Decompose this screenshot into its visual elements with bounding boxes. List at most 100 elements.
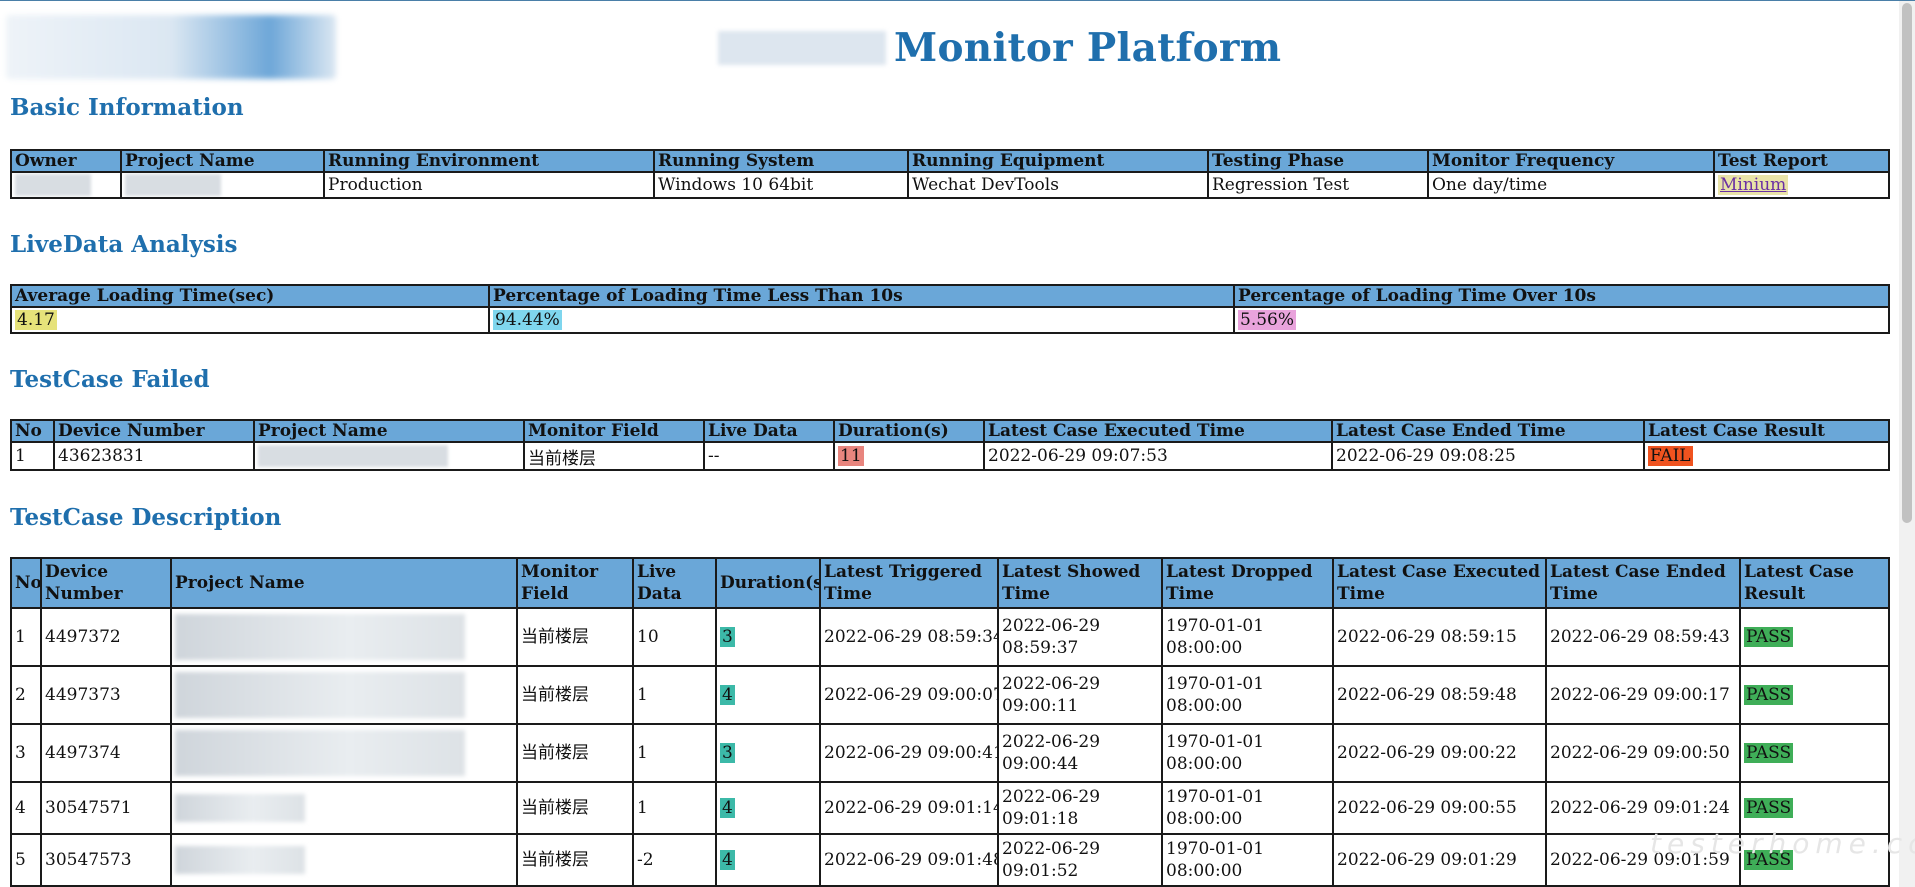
project-name-cell: [170, 607, 518, 667]
duration-cell: 3: [715, 723, 821, 783]
failed-live-cell: --: [703, 441, 835, 471]
blurred-logo: [6, 15, 336, 79]
basic-info-header-row: Owner Project Name Running Environment Runn…: [10, 149, 1890, 173]
column-header: Live Data: [703, 419, 835, 443]
vertical-scrollbar[interactable]: [1899, 1, 1915, 887]
section-testcase-description: TestCase Description: [10, 504, 282, 531]
executed-time-cell: 2022-06-29 09:00:55: [1332, 781, 1547, 835]
triggered-time-cell: 2022-06-29 09:00:07: [819, 665, 999, 725]
status-badge: PASS: [1744, 743, 1794, 763]
column-header: Latest Case Ended Time: [1545, 557, 1741, 609]
average-loading-value: 4.17: [15, 310, 57, 330]
failed-project-cell: [253, 441, 525, 471]
table-row: 4 30547571 当前楼层 1 4 2022-06-29 09:01:14 2022-0…: [10, 781, 1890, 835]
equipment-cell: Wechat DevTools: [907, 171, 1209, 199]
report-cell: Minium: [1713, 171, 1890, 199]
frequency-cell: One day/time: [1427, 171, 1715, 199]
result-cell: PASS: [1739, 665, 1890, 725]
showed-time-cell: 2022-06-29 08:59:37: [997, 607, 1163, 667]
row-no-cell: 4: [10, 781, 42, 835]
scrollbar-thumb[interactable]: [1902, 3, 1912, 523]
column-header: Owner: [10, 149, 122, 173]
dropped-time-cell: 1970-01-01 08:00:00: [1161, 665, 1334, 725]
column-header: Average Loading Time(sec): [10, 284, 490, 308]
triggered-time-cell: 2022-06-29 09:00:41: [819, 723, 999, 783]
column-header: Monitor Field: [523, 419, 705, 443]
live-data-cell: 1: [632, 665, 717, 725]
dropped-time-cell: 1970-01-01 08:00:00: [1161, 723, 1334, 783]
status-badge: PASS: [1744, 798, 1794, 818]
watermark: testerhome.com: [1650, 827, 1915, 860]
description-header-row: No Device Number Project Name Monitor Field…: [10, 557, 1890, 609]
test-report-link[interactable]: Minium: [1718, 175, 1789, 195]
livedata-table: Average Loading Time(sec) Percentage of L…: [10, 284, 1890, 334]
duration-cell: 4: [715, 833, 821, 887]
column-header: Running Equipment: [907, 149, 1209, 173]
duration-badge: 3: [720, 743, 735, 763]
column-header: Test Report: [1713, 149, 1890, 173]
system-cell: Windows 10 64bit: [653, 171, 909, 199]
monitor-field-cell: 当前楼层: [516, 781, 634, 835]
column-header: Latest Triggered Time: [819, 557, 999, 609]
status-badge: PASS: [1744, 685, 1794, 705]
project-name-cell: [170, 665, 518, 725]
column-header: Duration(s): [715, 557, 821, 609]
live-data-cell: 1: [632, 781, 717, 835]
livedata-row: 4.17 94.44% 5.56%: [10, 306, 1890, 334]
showed-time-cell: 2022-06-29 09:01:52: [997, 833, 1163, 887]
duration-cell: 3: [715, 607, 821, 667]
basic-info-row: Production Windows 10 64bit Wechat DevTo…: [10, 171, 1890, 199]
result-cell: PASS: [1739, 607, 1890, 667]
column-header: Project Name: [253, 419, 525, 443]
column-header: Latest Case Executed Time: [1332, 557, 1547, 609]
column-header: Latest Case Ended Time: [1331, 419, 1645, 443]
column-header: Project Name: [170, 557, 518, 609]
failed-duration-badge: 11: [838, 446, 864, 466]
column-header: Latest Case Result: [1643, 419, 1890, 443]
table-row: 2 4497373 当前楼层 1 4 2022-06-29 09:00:07 2022-06…: [10, 665, 1890, 725]
live-data-cell: 10: [632, 607, 717, 667]
column-header: Device Number: [40, 557, 172, 609]
failed-ended-cell: 2022-06-29 09:08:25: [1331, 441, 1645, 471]
monitor-field-cell: 当前楼层: [516, 723, 634, 783]
basic-info-table: Owner Project Name Running Environment Runn…: [10, 149, 1890, 199]
triggered-time-cell: 2022-06-29 08:59:34: [819, 607, 999, 667]
monitor-field-cell: 当前楼层: [516, 607, 634, 667]
ended-time-cell: 2022-06-29 09:00:17: [1545, 665, 1741, 725]
duration-cell: 4: [715, 781, 821, 835]
project-name-cell: [170, 781, 518, 835]
testcase-failed-table: No Device Number Project Name Monitor Field…: [10, 419, 1890, 471]
triggered-time-cell: 2022-06-29 09:01:14: [819, 781, 999, 835]
ended-time-cell: 2022-06-29 08:59:43: [1545, 607, 1741, 667]
description-body: 1 4497372 当前楼层 10 3 2022-06-29 08:59:34 2022-0…: [10, 607, 1890, 887]
triggered-time-cell: 2022-06-29 09:01:48: [819, 833, 999, 887]
project-name-cell: [170, 723, 518, 783]
row-no-cell: 5: [10, 833, 42, 887]
dropped-time-cell: 1970-01-01 08:00:00: [1161, 781, 1334, 835]
duration-badge: 4: [720, 798, 735, 818]
duration-cell: 4: [715, 665, 821, 725]
failed-header-row: No Device Number Project Name Monitor Field…: [10, 419, 1890, 443]
failed-executed-cell: 2022-06-29 09:07:53: [983, 441, 1333, 471]
table-row: 1 4497372 当前楼层 10 3 2022-06-29 08:59:34 2022-0…: [10, 607, 1890, 667]
showed-time-cell: 2022-06-29 09:01:18: [997, 781, 1163, 835]
column-header: Latest Dropped Time: [1161, 557, 1334, 609]
column-header: Duration(s): [833, 419, 985, 443]
column-header: Percentage of Loading Time Less Than 10s: [488, 284, 1235, 308]
dropped-time-cell: 1970-01-01 08:00:00: [1161, 607, 1334, 667]
column-header: Percentage of Loading Time Over 10s: [1233, 284, 1890, 308]
table-row: 5 30547573 当前楼层 -2 4 2022-06-29 09:01:48 2022-…: [10, 833, 1890, 887]
duration-badge: 4: [720, 850, 735, 870]
failed-row: 1 43623831 当前楼层 -- 11 2022-06-29 09:07:5…: [10, 441, 1890, 471]
failed-result-badge: FAIL: [1648, 446, 1693, 466]
owner-cell: [10, 171, 122, 199]
status-badge: PASS: [1744, 627, 1794, 647]
over-10s-value: 5.56%: [1238, 310, 1297, 330]
executed-time-cell: 2022-06-29 08:59:15: [1332, 607, 1547, 667]
column-header: No: [10, 419, 55, 443]
column-header: Latest Showed Time: [997, 557, 1163, 609]
testcase-description-table: No Device Number Project Name Monitor Field…: [10, 557, 1890, 887]
row-no-cell: 1: [10, 607, 42, 667]
executed-time-cell: 2022-06-29 09:01:29: [1332, 833, 1547, 887]
duration-badge: 3: [720, 627, 735, 647]
